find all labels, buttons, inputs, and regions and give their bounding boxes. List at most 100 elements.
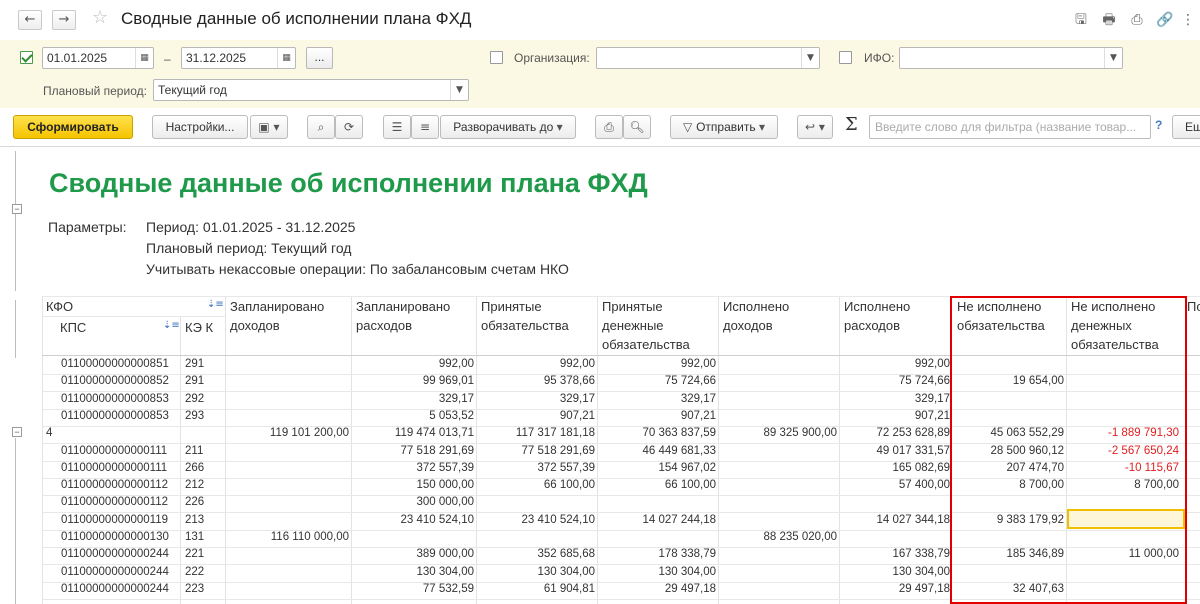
cell-not-done [953, 357, 1064, 372]
variant-icon: ▣ ▾ [258, 120, 280, 134]
grid-line [42, 355, 1200, 356]
expand-icon: ≡ [419, 120, 431, 134]
expand-to-button[interactable]: Разворачивать до ▾ [440, 115, 576, 139]
ifo-checkbox[interactable] [839, 51, 852, 64]
cell-plan-income [226, 392, 349, 407]
chevron-down-icon[interactable]: ▼ [450, 80, 468, 100]
organization-field[interactable]: ▼ [596, 47, 820, 69]
date-to-field[interactable]: 31.12.2025 ▦ [181, 47, 296, 69]
grid-line [180, 316, 181, 604]
cell-plan-expense: 99 969,01 [422, 375, 474, 387]
forward-icon[interactable]: → [52, 10, 76, 30]
chevron-down-icon[interactable]: ▼ [1104, 48, 1122, 68]
ifo-field[interactable]: ▼ [899, 47, 1123, 69]
header-done-income[interactable]: Исполнено доходов [719, 297, 837, 335]
cell-accepted [477, 495, 595, 510]
organization-checkbox[interactable] [490, 51, 503, 64]
cell-plan-income: 116 110 000,00 [270, 531, 349, 543]
send-button[interactable]: ▽ Отправить ▾ [670, 115, 778, 139]
cell-not-done-money [1067, 409, 1179, 424]
settings-button[interactable]: Настройки... [152, 115, 248, 139]
header-kek[interactable]: КЭ К [181, 318, 223, 337]
favorite-star-icon[interactable]: ☆ [92, 7, 108, 28]
header-accepted[interactable]: Принятые обязательства [477, 297, 595, 335]
cell-done-expense: 57 400,00 [898, 479, 950, 491]
back-icon[interactable]: ← [18, 10, 42, 30]
cell-done-income: 88 235 020,00 [763, 531, 837, 543]
cell-accepted: 907,21 [559, 410, 595, 422]
preview-icon[interactable]: ⎙ [1127, 10, 1147, 30]
header-kps[interactable]: КПС [56, 318, 86, 337]
date-from-field[interactable]: 01.01.2025 ▦ [42, 47, 154, 69]
search-next-button[interactable]: ⟳ [335, 115, 363, 139]
window-title: Сводные данные об исполнении плана ФХД [121, 9, 472, 28]
cell-plan-expense: 130 304,00 [416, 566, 474, 578]
cell-not-done: 19 654,00 [1012, 375, 1064, 387]
sum-icon[interactable]: Σ [845, 114, 858, 135]
cell-accepted: 329,17 [559, 393, 595, 405]
cell-done-income [719, 495, 837, 510]
save-icon[interactable]: 🖫 [1071, 10, 1091, 30]
cell-kek: 292 [185, 393, 205, 405]
cell-kek: 291 [185, 358, 205, 370]
cell-kps: 01100000000000112 [61, 479, 169, 491]
search-icon: ⌕ [317, 120, 325, 134]
cell-plan-income [226, 478, 349, 493]
header-plan-expense[interactable]: Запланировано расходов [352, 297, 476, 335]
calendar-icon[interactable]: ▦ [277, 48, 295, 68]
header-not-done[interactable]: Не исполнено обязательства [953, 297, 1065, 335]
grid-line [951, 296, 952, 604]
cell-accepted-money: 29 497,18 [664, 583, 716, 595]
collapse-group-icon[interactable]: − [12, 204, 22, 214]
preview-button[interactable]: 🔍︎ [623, 115, 651, 139]
expand-button[interactable]: ≡ [411, 115, 439, 139]
header-not-done-money[interactable]: Не исполнено денежных обязательства [1067, 297, 1183, 354]
cell-accepted-money: 75 724,66 [664, 375, 716, 387]
header-accepted-money[interactable]: Принятые денежные обязательства [598, 297, 716, 354]
more-button[interactable]: Ещ [1172, 115, 1200, 139]
plan-period-field[interactable]: Текущий год ▼ [153, 79, 469, 101]
cell-done-income [719, 409, 837, 424]
more-icon[interactable]: ⋮ [1178, 10, 1198, 30]
header-plan-income[interactable]: Запланировано доходов [226, 297, 350, 335]
print-button[interactable]: ⎙ [595, 115, 623, 139]
cell-done-expense: 165 082,69 [892, 462, 950, 474]
selected-cell[interactable] [1067, 509, 1185, 529]
params-label: Параметры: [48, 219, 127, 235]
link-icon[interactable]: 🔗 [1155, 10, 1175, 30]
cell-kek: 131 [185, 531, 205, 543]
cell-accepted-money: 130 304,00 [658, 566, 716, 578]
cell-kek: 213 [185, 514, 205, 526]
cell-done-income [719, 357, 837, 372]
collapse-group-icon[interactable]: − [12, 427, 22, 437]
cell-not-done: 45 063 552,29 [990, 427, 1064, 439]
variant-button[interactable]: ▣ ▾ [250, 115, 288, 139]
header-cut-column[interactable]: По об [1183, 297, 1200, 316]
sort-icon[interactable]: ⇣≡ [207, 299, 224, 310]
filter-input[interactable]: Введите слово для фильтра (название това… [869, 115, 1151, 139]
date-range-dash: – [164, 52, 171, 66]
period-select-button[interactable]: ... [306, 47, 333, 69]
cell-kek: 221 [185, 548, 205, 560]
group-line [15, 438, 16, 604]
cell-done-income [719, 461, 837, 476]
cell-done-expense: 49 017 331,57 [876, 445, 950, 457]
cell-plan-expense: 77 532,59 [422, 583, 474, 595]
cell-accepted: 61 904,81 [543, 583, 595, 595]
undo-button[interactable]: ↩ ▾ [797, 115, 833, 139]
calendar-icon[interactable]: ▦ [135, 48, 153, 68]
chevron-down-icon[interactable]: ▼ [801, 48, 819, 68]
cell-kek: 211 [185, 445, 204, 457]
search-button[interactable]: ⌕ [307, 115, 335, 139]
period-checkbox[interactable] [20, 51, 33, 64]
cell-not-done [953, 565, 1064, 580]
generate-button[interactable]: Сформировать [13, 115, 133, 139]
sort-icon[interactable]: ⇣≡ [163, 320, 180, 331]
print-icon[interactable]: 🖶 [1099, 10, 1119, 30]
header-done-expense[interactable]: Исполнено расходов [840, 297, 950, 335]
cell-not-done-money: -2 567 650,24 [1108, 445, 1179, 457]
print-icon: ⎙ [604, 120, 614, 134]
collapse-button[interactable]: ☰ [383, 115, 411, 139]
header-kfo[interactable]: КФО [42, 297, 73, 316]
help-icon[interactable]: ? [1155, 118, 1162, 132]
